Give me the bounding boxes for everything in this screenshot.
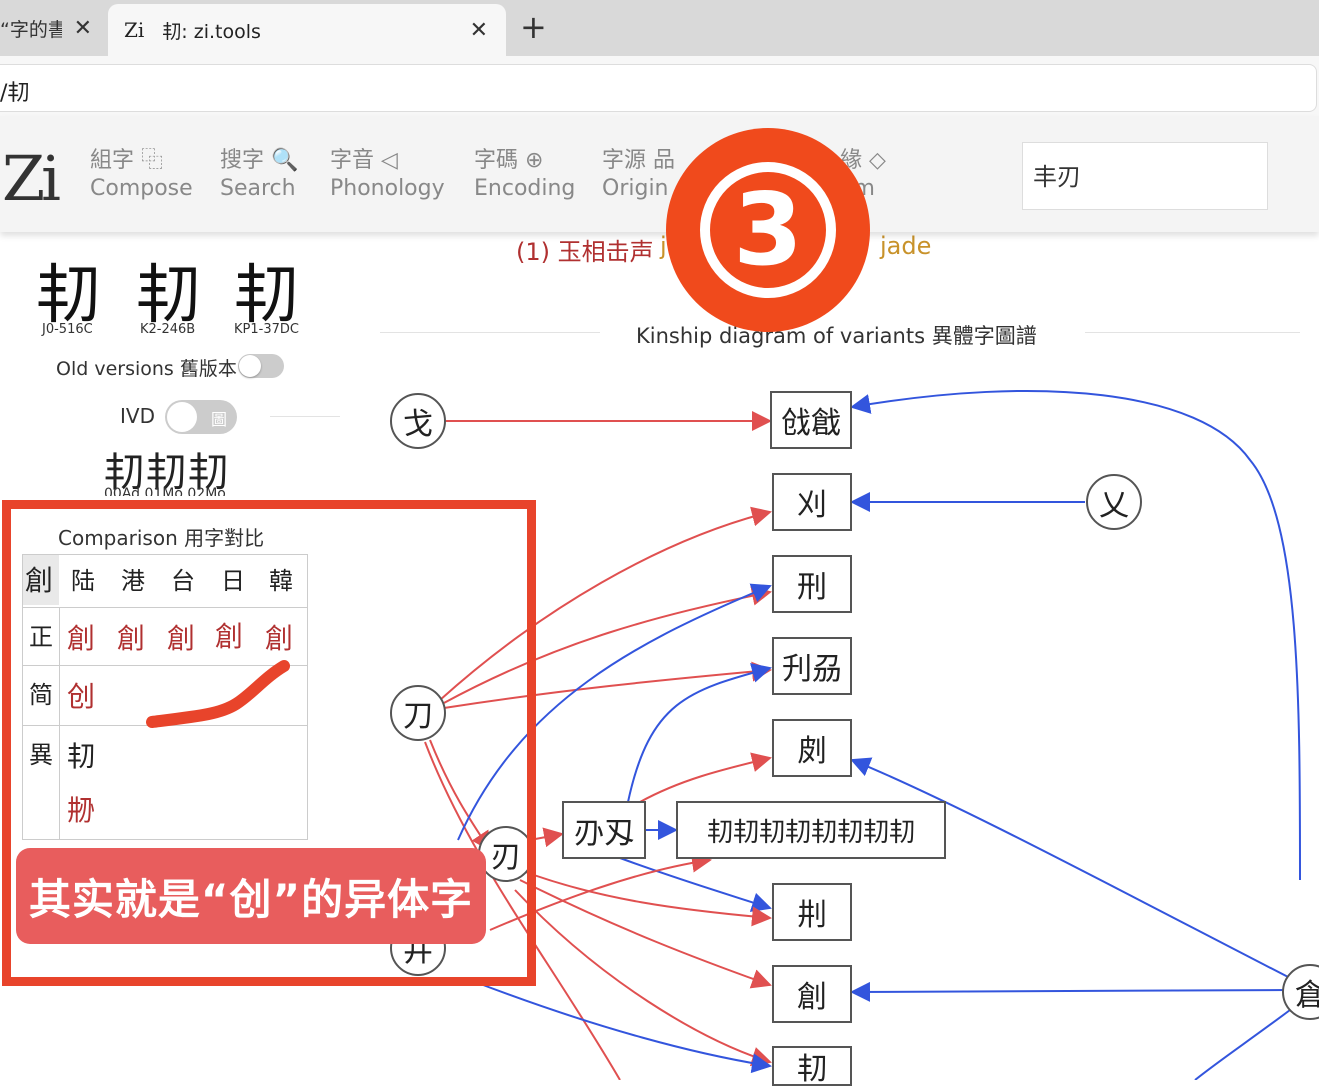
nav-encoding-en: Encoding <box>474 176 576 201</box>
nav-search[interactable]: 搜字 🔍 Search <box>220 142 298 201</box>
nav-compose-zh: 組字 ⿻ <box>90 148 163 173</box>
nav-origin-en: Origin <box>602 176 669 201</box>
diagram-box[interactable]: 㓝 <box>772 883 852 941</box>
diagram-box[interactable]: 戗戧 <box>770 391 852 449</box>
handwritten-stroke <box>146 660 290 728</box>
nav-compose-en: Compose <box>90 176 193 201</box>
diagram-box[interactable]: 㓞㓞㓞㓞㓞㓞㓞㓞 <box>676 801 946 859</box>
nav-origin[interactable]: 字源 品 Origin <box>602 142 675 201</box>
diagram-node-yi[interactable]: 乂 <box>1086 474 1142 530</box>
search-input[interactable] <box>1031 143 1255 205</box>
diagram-box[interactable]: 創 <box>772 965 852 1023</box>
step-badge-number: 3 <box>700 162 836 298</box>
nav-compose[interactable]: 組字 ⿻ Compose <box>90 142 193 201</box>
diagram-box[interactable]: 刈 <box>772 473 852 531</box>
diagram-box[interactable]: 刅刄 <box>562 801 646 859</box>
diagram-box[interactable]: 刋刕 <box>772 637 852 695</box>
search-box[interactable] <box>1022 142 1268 210</box>
diagram-box[interactable]: 㓟 <box>772 719 852 777</box>
nav-search-en: Search <box>220 176 296 201</box>
nav-origin-zh: 字源 品 <box>602 148 675 173</box>
diagram-box[interactable]: 㓞 <box>772 1046 852 1087</box>
step-badge: 3 <box>666 128 870 332</box>
annotation-caption: 其实就是“创”的异体字 <box>16 848 486 944</box>
site-logo[interactable]: Zi <box>2 142 61 215</box>
diagram-node-ge[interactable]: 戈 <box>390 393 446 449</box>
nav-phonology-zh: 字音 ◁ <box>330 148 398 173</box>
diagram-box[interactable]: 刑 <box>772 555 852 613</box>
nav-search-zh: 搜字 🔍 <box>220 148 299 173</box>
nav-encoding-zh: 字碼 ⊕ <box>474 148 544 173</box>
nav-encoding[interactable]: 字碼 ⊕ Encoding <box>474 142 575 201</box>
nav-phonology-en: Phonology <box>330 176 445 201</box>
nav-phonology[interactable]: 字音 ◁ Phonology <box>330 142 445 201</box>
annotation-caption-text: 其实就是“创”的异体字 <box>28 874 474 924</box>
site-nav: Zi 組字 ⿻ Compose 搜字 🔍 Search 字音 ◁ Phonolo… <box>0 116 1319 232</box>
